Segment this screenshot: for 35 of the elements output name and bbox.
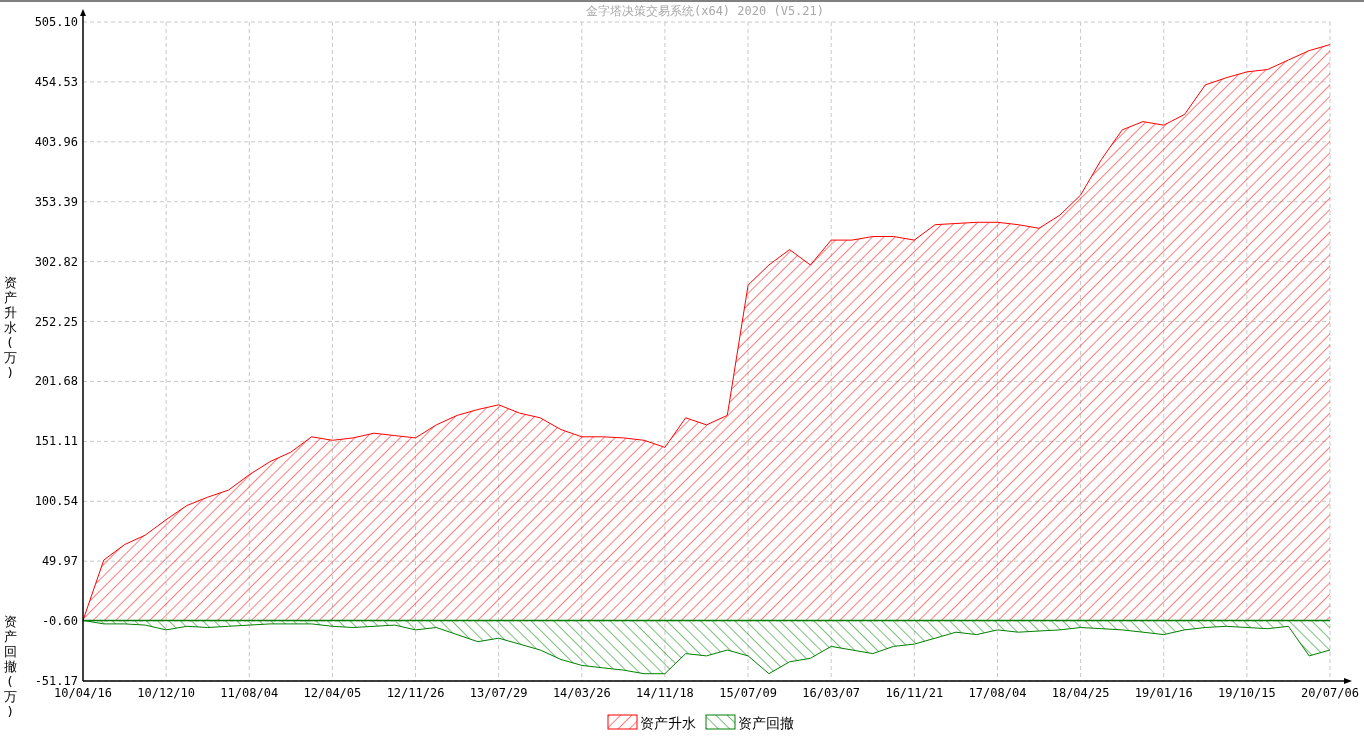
y-tick-label: 49.97 — [41, 554, 78, 569]
y-tick-label: 302.82 — [34, 254, 78, 269]
x-tick-label: 20/07/06 — [1301, 686, 1359, 700]
x-tick-label: 15/07/09 — [719, 686, 777, 700]
y-tick-label: 201.68 — [34, 374, 78, 389]
y-tick-label: 252.25 — [34, 314, 78, 329]
x-tick-label: 17/08/04 — [968, 686, 1027, 700]
x-tick-label: 19/10/15 — [1217, 686, 1276, 700]
x-tick-label: 18/04/25 — [1051, 686, 1110, 700]
y-tick-label: 353.39 — [34, 194, 78, 209]
y-tick-label: 403.96 — [34, 134, 78, 149]
x-tick-label: 13/07/29 — [469, 686, 528, 700]
y-tick-label: 505.10 — [34, 15, 78, 29]
y-tick-label: -51.17 — [34, 674, 78, 688]
x-tick-label: 14/03/26 — [552, 686, 611, 700]
x-tick-label: 14/11/18 — [636, 686, 694, 700]
y-tick-label: 454.53 — [34, 74, 78, 89]
y-tick-label: 151.11 — [34, 434, 78, 449]
x-tick-label: 12/04/05 — [303, 686, 362, 700]
x-tick-label: 10/04/16 — [54, 686, 112, 700]
chart-title: 金字塔决策交易系统(x64) 2020 (V5.21) — [586, 4, 824, 18]
x-tick-label: 11/08/04 — [220, 686, 279, 700]
legend-label: 资产回撤 — [738, 715, 794, 731]
x-tick-label: 16/03/07 — [802, 686, 861, 700]
y-tick-label: -0.60 — [41, 614, 78, 629]
y-axis-title: 资产升水(万) — [3, 275, 17, 380]
legend-swatch — [607, 714, 638, 730]
y-axis-title: 资产回撤(万) — [3, 614, 17, 719]
x-tick-label: 19/01/16 — [1134, 686, 1193, 700]
y-tick-label: 100.54 — [34, 494, 78, 509]
x-tick-label: 16/11/21 — [885, 686, 944, 700]
x-tick-label: 12/11/26 — [386, 686, 445, 700]
x-tick-label: 10/12/10 — [137, 686, 196, 700]
legend-swatch — [705, 714, 736, 730]
legend-label: 资产升水 — [640, 715, 696, 731]
